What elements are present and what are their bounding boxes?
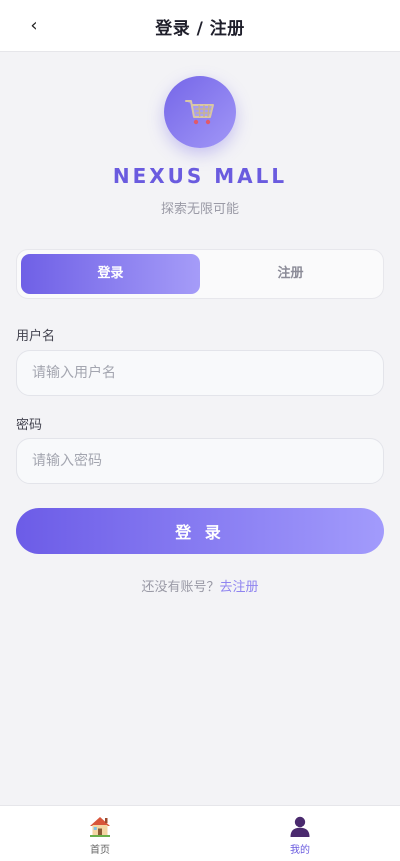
page-title: 登录 / 注册 xyxy=(155,19,245,39)
login-submit-button[interactable]: 登 录 xyxy=(16,508,384,554)
house-icon xyxy=(90,817,110,837)
nav-item-mine[interactable]: 我的 xyxy=(260,814,340,858)
password-input[interactable] xyxy=(16,438,384,484)
nav-label-home: 首页 xyxy=(90,845,110,856)
username-input[interactable] xyxy=(16,350,384,396)
tab-register[interactable]: 注册 xyxy=(201,254,380,294)
username-label: 用户名 xyxy=(16,329,56,344)
go-register-link[interactable]: 去注册 xyxy=(220,580,259,595)
register-prompt-text: 还没有账号？ xyxy=(141,580,220,595)
brand-slogan: 探索无限可能 xyxy=(160,202,239,217)
bottom-nav: 首页 我的 xyxy=(0,805,400,861)
login-page: ‹ 登录 / 注册 NEXUS MALL 探索无限可能 登录 注册 用户名 密码… xyxy=(0,0,400,861)
nav-item-home[interactable]: 首页 xyxy=(60,814,140,858)
user-icon xyxy=(290,816,310,837)
logo xyxy=(164,76,236,148)
register-prompt: 还没有账号？去注册 xyxy=(0,576,400,595)
password-label: 密码 xyxy=(16,418,43,433)
top-bar: ‹ 登录 / 注册 xyxy=(0,0,400,52)
tab-login[interactable]: 登录 xyxy=(21,254,200,294)
auth-tabs: 登录 注册 xyxy=(16,249,384,299)
nav-label-mine: 我的 xyxy=(290,845,310,856)
shopping-cart-icon xyxy=(185,100,214,125)
brand-name: NEXUS MALL xyxy=(112,164,288,188)
